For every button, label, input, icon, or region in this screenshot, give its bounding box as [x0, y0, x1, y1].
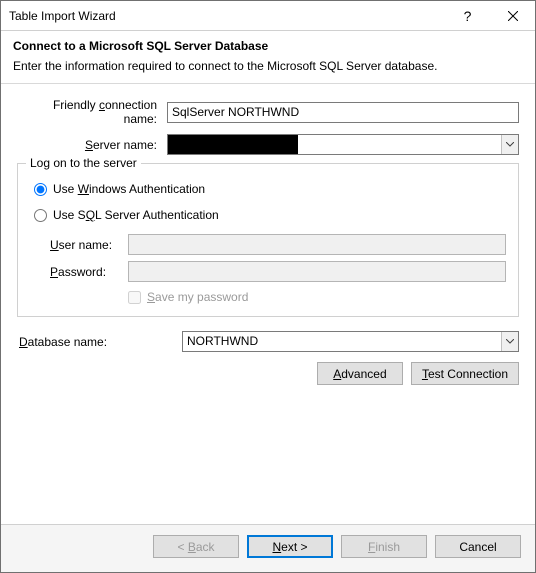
sql-auth-radio[interactable]	[34, 209, 47, 222]
database-name-label: Database name:	[17, 335, 182, 349]
password-label: Password:	[50, 265, 128, 279]
username-input	[128, 234, 506, 255]
database-name-combo[interactable]: NORTHWND	[182, 331, 519, 352]
friendly-name-input[interactable]	[167, 102, 519, 123]
chevron-down-icon	[501, 135, 518, 154]
server-name-value	[168, 135, 298, 154]
page-subtitle: Enter the information required to connec…	[13, 59, 523, 73]
close-icon	[508, 11, 518, 21]
database-name-value: NORTHWND	[183, 332, 501, 351]
username-label: User name:	[50, 238, 128, 252]
save-password-checkbox	[128, 291, 141, 304]
titlebar: Table Import Wizard ?	[1, 1, 535, 31]
close-button[interactable]	[490, 1, 535, 30]
logon-group: Log on to the server Use Windows Authent…	[17, 163, 519, 317]
cancel-button[interactable]: Cancel	[435, 535, 521, 558]
password-input	[128, 261, 506, 282]
server-name-label: Server name:	[17, 138, 167, 152]
back-button: < Back	[153, 535, 239, 558]
finish-button: Finish	[341, 535, 427, 558]
next-button[interactable]: Next >	[247, 535, 333, 558]
server-name-combo[interactable]	[167, 134, 519, 155]
test-connection-button[interactable]: Test Connection	[411, 362, 519, 385]
sql-auth-label: Use SQL Server Authentication	[53, 208, 219, 222]
logon-legend: Log on to the server	[26, 156, 141, 170]
windows-auth-label: Use Windows Authentication	[53, 182, 205, 196]
page-title: Connect to a Microsoft SQL Server Databa…	[13, 39, 523, 53]
friendly-name-label: Friendly connection name:	[17, 98, 167, 126]
help-button[interactable]: ?	[445, 1, 490, 30]
windows-auth-radio[interactable]	[34, 183, 47, 196]
footer: < Back Next > Finish Cancel	[1, 524, 535, 572]
wizard-window: Table Import Wizard ? Connect to a Micro…	[0, 0, 536, 573]
header: Connect to a Microsoft SQL Server Databa…	[1, 31, 535, 84]
save-password-label: Save my password	[147, 290, 248, 304]
content: Friendly connection name: Server name:	[1, 84, 535, 524]
chevron-down-icon	[501, 332, 518, 351]
window-title: Table Import Wizard	[9, 9, 445, 23]
advanced-button[interactable]: Advanced	[317, 362, 403, 385]
